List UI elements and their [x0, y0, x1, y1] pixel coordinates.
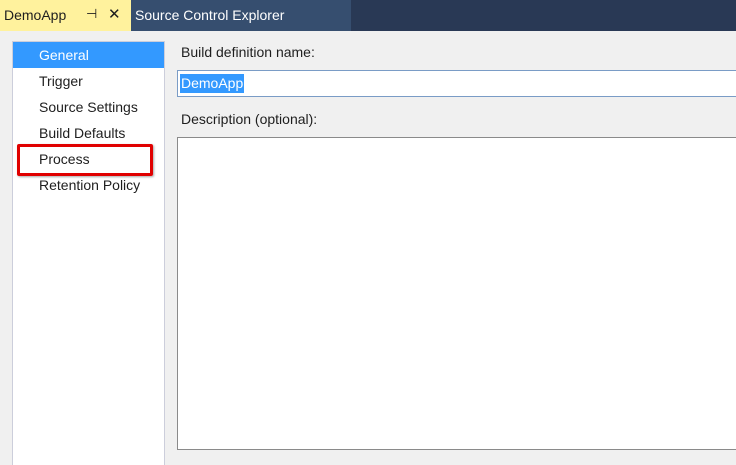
document-tab-strip: DemoApp ⊣ ✕ Source Control Explorer [0, 0, 736, 31]
description-textarea[interactable] [177, 137, 736, 450]
build-definition-name-value: DemoApp [180, 74, 245, 93]
tab-demoapp[interactable]: DemoApp ⊣ ✕ [0, 0, 131, 31]
pin-icon[interactable]: ⊣ [86, 6, 97, 22]
build-definition-editor: General Trigger Source Settings Build De… [0, 31, 736, 465]
nav-item-source-settings[interactable]: Source Settings [13, 94, 164, 120]
nav-item-general[interactable]: General [13, 42, 164, 68]
nav-item-trigger[interactable]: Trigger [13, 68, 164, 94]
close-icon[interactable]: ✕ [108, 5, 121, 23]
tab-title: Source Control Explorer [135, 7, 285, 23]
nav-item-build-defaults[interactable]: Build Defaults [13, 120, 164, 146]
tab-source-control-explorer[interactable]: Source Control Explorer [131, 0, 351, 31]
process-highlight-annotation [17, 144, 153, 176]
tab-title: DemoApp [4, 7, 67, 23]
build-definition-nav: General Trigger Source Settings Build De… [12, 41, 165, 465]
build-definition-name-label: Build definition name: [181, 44, 315, 60]
build-definition-name-input[interactable]: DemoApp [177, 70, 736, 97]
tab-strip-empty-area [351, 0, 736, 31]
description-label: Description (optional): [181, 111, 318, 127]
